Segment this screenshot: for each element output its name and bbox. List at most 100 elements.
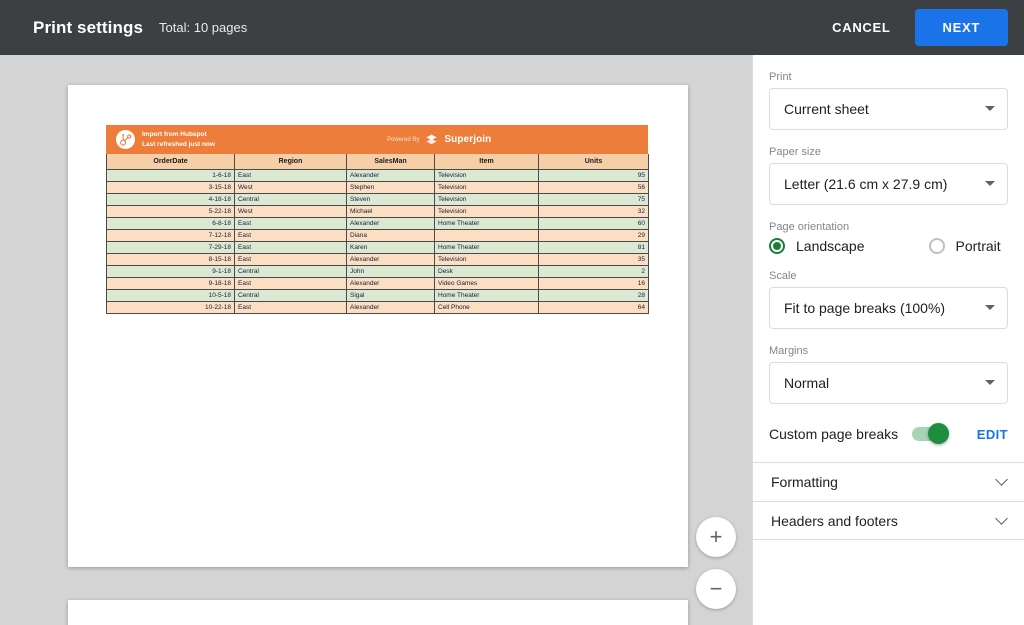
- cell-units: 28: [538, 288, 649, 302]
- cell-region: Central: [234, 192, 347, 206]
- chevron-down-icon: [995, 511, 1008, 525]
- paper-size-select[interactable]: Letter (21.6 cm x 27.9 cm): [769, 163, 1008, 205]
- toggle-knob: [928, 423, 950, 444]
- superjoin-logo-icon: [425, 133, 438, 146]
- paper-size-value: Letter (21.6 cm x 27.9 cm): [784, 176, 948, 192]
- margins-select[interactable]: Normal: [769, 362, 1008, 404]
- scale-label: Scale: [769, 270, 797, 282]
- cell-salesman: Alexander: [346, 168, 435, 182]
- cell-item: Television: [434, 192, 539, 206]
- table-row: 7-29-18 East Karen Home Theater 81: [106, 240, 649, 254]
- cell-orderdate: 5-22-18: [106, 204, 235, 218]
- cell-salesman: Diana: [346, 228, 435, 242]
- cell-units: 75: [538, 192, 649, 206]
- zoom-in-button[interactable]: +: [696, 517, 736, 557]
- cell-region: East: [234, 240, 347, 254]
- radio-option-portrait[interactable]: Portrait: [928, 238, 1001, 254]
- print-scope-label: Print: [769, 71, 792, 83]
- scale-field: Scale Fit to page breaks (100%): [769, 270, 1008, 329]
- hubspot-icon: [116, 130, 135, 149]
- radio-option-landscape[interactable]: Landscape: [769, 238, 865, 254]
- column-header-salesman: SalesMan: [346, 154, 435, 170]
- spreadsheet-content: Import from Hubspot Last refreshed just …: [106, 125, 649, 314]
- radio-icon-portrait: [928, 238, 945, 254]
- section-formatting-label: Formatting: [771, 474, 838, 490]
- print-scope-value: Current sheet: [784, 101, 869, 117]
- cell-orderdate: 9-18-18: [106, 276, 235, 290]
- section-headers-and-footers[interactable]: Headers and footers: [753, 501, 1024, 540]
- cancel-button[interactable]: CANCEL: [818, 11, 904, 44]
- cell-orderdate: 8-15-18: [106, 252, 235, 266]
- cell-units: 60: [538, 216, 649, 230]
- paper-size-field: Paper size Letter (21.6 cm x 27.9 cm): [769, 146, 1008, 205]
- powered-by-label: Powered By: [387, 136, 420, 143]
- column-header-item: Item: [434, 154, 539, 170]
- topbar-actions: CANCEL NEXT: [818, 9, 1008, 46]
- cell-salesman: Stephen: [346, 180, 435, 194]
- print-preview-area[interactable]: Import from Hubspot Last refreshed just …: [0, 55, 752, 625]
- cell-region: East: [234, 228, 347, 242]
- table-body: 1-6-18 East Alexander Television 95 3-15-18 We…: [106, 168, 649, 314]
- margins-value: Normal: [784, 375, 830, 391]
- cell-orderdate: 10-5-18: [106, 288, 235, 302]
- cell-units: 29: [538, 228, 649, 242]
- radio-icon-landscape: [769, 238, 785, 254]
- cell-region: East: [234, 252, 347, 266]
- cell-orderdate: 4-18-18: [106, 192, 235, 206]
- cell-salesman: Michael: [346, 204, 435, 218]
- cell-orderdate: 7-12-18: [106, 228, 235, 242]
- cell-orderdate: 9-1-18: [106, 264, 235, 278]
- custom-page-breaks-toggle[interactable]: [912, 423, 950, 444]
- cell-item: Television: [434, 168, 539, 182]
- cell-units: 95: [538, 168, 649, 182]
- next-button[interactable]: NEXT: [914, 9, 1008, 46]
- cell-region: Central: [234, 264, 347, 278]
- banner-branding: Powered By Superjoin: [387, 133, 491, 146]
- cell-item: Home Theater: [434, 288, 539, 302]
- cell-region: East: [234, 276, 347, 290]
- print-scope-field: Print Current sheet: [769, 71, 1008, 130]
- radio-label-portrait: Portrait: [955, 238, 1001, 254]
- table-row: 9-18-18 East Alexander Video Games 16: [106, 276, 649, 290]
- cell-salesman: Alexander: [346, 216, 435, 230]
- column-header-orderdate: OrderDate: [106, 154, 235, 170]
- cell-units: 56: [538, 180, 649, 194]
- table-row: 6-8-18 East Alexander Home Theater 60: [106, 216, 649, 230]
- chevron-down-icon: [985, 181, 995, 186]
- radio-label-landscape: Landscape: [796, 238, 865, 254]
- table-header-row: OrderDate Region SalesMan Item Units: [106, 154, 649, 170]
- cell-item: Video Games: [434, 276, 539, 290]
- section-formatting[interactable]: Formatting: [753, 462, 1024, 501]
- cell-salesman: John: [346, 264, 435, 278]
- column-header-units: Units: [538, 154, 649, 170]
- cell-orderdate: 6-8-18: [106, 216, 235, 230]
- cell-units: 35: [538, 252, 649, 266]
- total-pages-label: Total: 10 pages: [159, 20, 248, 35]
- print-scope-select[interactable]: Current sheet: [769, 88, 1008, 130]
- hubspot-import-banner: Import from Hubspot Last refreshed just …: [106, 125, 648, 154]
- table-row: 10-5-18 Central Sigal Home Theater 28: [106, 288, 649, 302]
- margins-field: Margins Normal: [769, 345, 1008, 404]
- page-orientation-options: Landscape Portrait: [769, 238, 1008, 254]
- page-orientation-label: Page orientation: [769, 221, 850, 233]
- print-settings-topbar: Print settings Total: 10 pages CANCEL NE…: [0, 0, 1024, 55]
- zoom-out-button[interactable]: −: [696, 569, 736, 609]
- cell-item: Home Theater: [434, 216, 539, 230]
- table-row: 9-1-18 Central John Desk 2: [106, 264, 649, 278]
- cell-item: Home Theater: [434, 240, 539, 254]
- banner-subtitle: Last refreshed just now: [142, 140, 215, 148]
- cell-orderdate: 10-22-18: [106, 300, 235, 314]
- edit-page-breaks-link[interactable]: EDIT: [977, 427, 1008, 442]
- cell-region: West: [234, 204, 347, 218]
- cell-region: West: [234, 180, 347, 194]
- banner-title: Import from Hubspot: [142, 131, 207, 139]
- preview-page-1: Import from Hubspot Last refreshed just …: [68, 85, 688, 567]
- scale-select[interactable]: Fit to page breaks (100%): [769, 287, 1008, 329]
- cell-item: [434, 228, 539, 242]
- cell-units: 2: [538, 264, 649, 278]
- table-row: 8-15-18 East Alexander Television 35: [106, 252, 649, 266]
- page-title: Print settings: [33, 17, 144, 37]
- table-row: 10-22-18 East Alexander Cell Phone 64: [106, 300, 649, 314]
- cell-region: East: [234, 300, 347, 314]
- cell-units: 64: [538, 300, 649, 314]
